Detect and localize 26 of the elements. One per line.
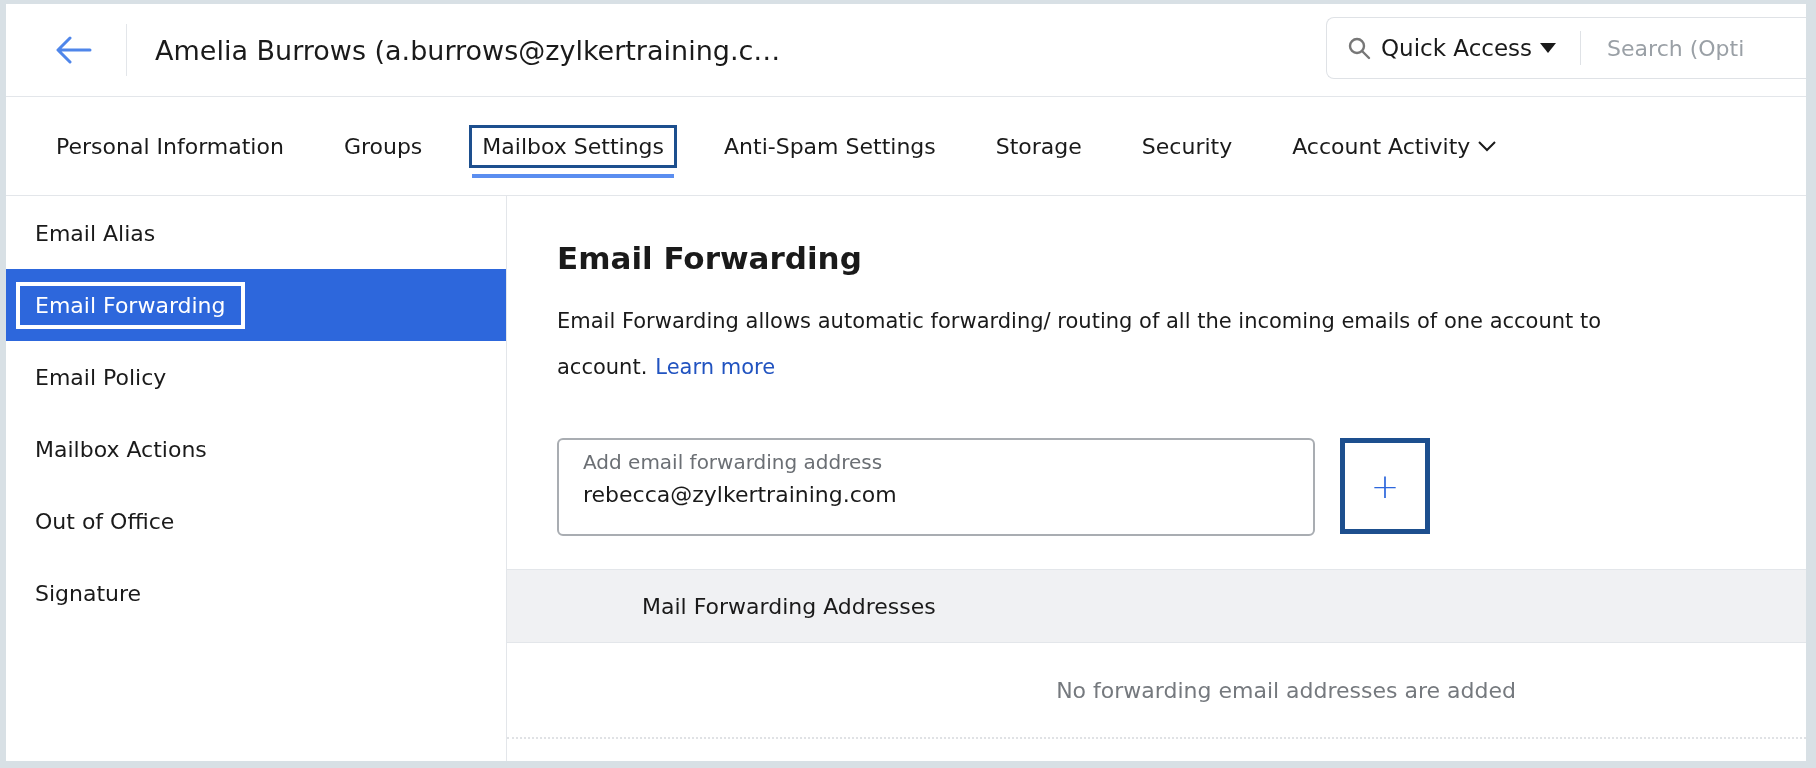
tab[interactable]: Account Activity xyxy=(1279,124,1510,168)
tab[interactable]: Mailbox Settings xyxy=(469,124,677,168)
sidebar-item[interactable]: Email Alias xyxy=(35,220,156,246)
tab[interactable]: Storage xyxy=(982,124,1095,168)
sidebar-item[interactable]: Mailbox Actions xyxy=(35,436,207,462)
search-icon xyxy=(1347,36,1371,60)
account-title: Amelia Burrows (a.burrows@zylkertraining.c… xyxy=(155,34,782,66)
forwarding-address-field[interactable]: Add email forwarding address rebecca@zylkertraining.com xyxy=(557,438,1315,536)
tab[interactable]: Personal Information xyxy=(43,124,297,168)
sidebar-item[interactable]: Out of Office xyxy=(35,508,175,534)
empty-message: No forwarding email addresses are added xyxy=(507,643,1806,739)
learn-more-link[interactable]: Learn more xyxy=(655,355,776,379)
tab[interactable]: Groups xyxy=(330,124,436,168)
sidebar-item[interactable]: Email Policy xyxy=(35,364,167,390)
back-arrow-icon xyxy=(56,36,92,64)
sidebar-item[interactable]: Signature xyxy=(35,580,142,606)
caret-icon xyxy=(1540,42,1557,54)
add-button[interactable]: + xyxy=(1340,438,1430,534)
quick-access-dropdown[interactable]: Quick Access xyxy=(1381,35,1557,61)
description-text: Email Forwarding allows automatic forwarding/ routing of all the incoming emails of one account to account. Learn more xyxy=(557,308,1603,381)
column-header: Mail Forwarding Addresses xyxy=(642,593,936,619)
sidebar-item[interactable]: Email Forwarding xyxy=(16,281,245,329)
tab[interactable]: Anti-Spam Settings xyxy=(711,124,949,168)
field-label: Add email forwarding address xyxy=(583,450,884,474)
tab[interactable]: Security xyxy=(1128,124,1246,168)
section-heading: Email Forwarding xyxy=(557,240,863,276)
